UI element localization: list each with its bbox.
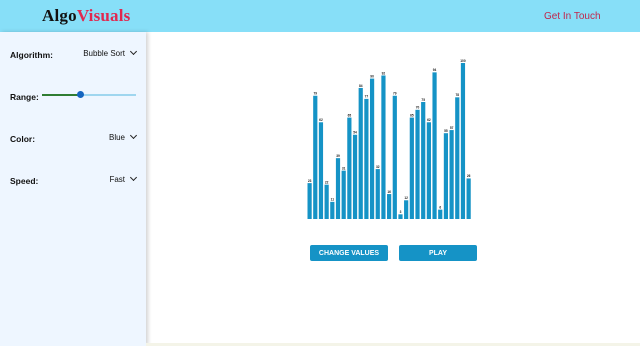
bar-value-label: 62 bbox=[427, 118, 431, 122]
play-button[interactable]: PLAY bbox=[399, 245, 477, 261]
range-slider-fill bbox=[42, 94, 81, 96]
range-slider[interactable] bbox=[42, 91, 136, 98]
bar bbox=[426, 122, 431, 219]
get-in-touch-link[interactable]: Get In Touch bbox=[544, 11, 601, 22]
bar bbox=[466, 178, 471, 219]
chevron-down-icon bbox=[129, 131, 138, 140]
bar bbox=[421, 102, 426, 219]
bar bbox=[398, 214, 403, 219]
bar-value-label: 62 bbox=[319, 118, 323, 122]
bar-value-label: 55 bbox=[444, 129, 448, 133]
bar-value-label: 70 bbox=[416, 106, 420, 110]
chevron-down-icon bbox=[129, 173, 138, 182]
bar-value-label: 100 bbox=[460, 59, 466, 63]
speed-label: Speed: bbox=[10, 176, 39, 186]
bar-value-label: 12 bbox=[404, 196, 408, 200]
bar-value-label: 32 bbox=[376, 165, 380, 169]
bar bbox=[352, 134, 358, 219]
color-label: Color: bbox=[10, 134, 36, 144]
bar bbox=[404, 200, 409, 219]
algorithm-label: Algorithm: bbox=[10, 50, 53, 60]
bar-value-label: 92 bbox=[382, 71, 386, 75]
bar-value-label: 39 bbox=[336, 154, 340, 158]
bar bbox=[409, 117, 414, 219]
navbar: AlgoVisuals Get In Touch bbox=[0, 0, 640, 32]
logo-part-algo: Algo bbox=[42, 6, 77, 25]
bar bbox=[347, 117, 352, 219]
logo-part-visuals: Visuals bbox=[76, 6, 131, 25]
sidebar: Algorithm: Bubble Sort Range: Color: Blu… bbox=[0, 32, 146, 346]
bar bbox=[432, 72, 437, 219]
bar-value-label: 78 bbox=[456, 93, 460, 97]
bar bbox=[387, 194, 392, 219]
color-select-value: Blue bbox=[108, 133, 125, 142]
change-values-button[interactable]: CHANGE VALUES bbox=[310, 245, 388, 261]
bar bbox=[330, 201, 335, 219]
bar-value-label: 57 bbox=[450, 126, 454, 130]
bar-value-label: 94 bbox=[433, 68, 437, 72]
bar bbox=[392, 95, 397, 219]
speed-select-value: Fast bbox=[109, 175, 125, 184]
bar-value-label: 6 bbox=[439, 205, 441, 209]
bar bbox=[449, 130, 454, 219]
algorithm-select-value: Bubble Sort bbox=[83, 49, 125, 58]
bar bbox=[375, 169, 380, 219]
bar bbox=[335, 158, 341, 219]
bar-value-label: 31 bbox=[342, 166, 346, 170]
bar-value-label: 22 bbox=[325, 180, 329, 184]
bar bbox=[460, 63, 466, 219]
bar-value-label: 3 bbox=[400, 210, 402, 214]
bar-value-label: 26 bbox=[467, 174, 471, 178]
bar bbox=[364, 98, 369, 219]
bar-value-label: 75 bbox=[421, 98, 425, 102]
speed-select[interactable]: Fast bbox=[109, 173, 138, 184]
bar-value-label: 16 bbox=[387, 190, 391, 194]
bar bbox=[307, 183, 312, 219]
chevron-down-icon bbox=[129, 47, 138, 56]
bar bbox=[358, 87, 363, 220]
bar bbox=[443, 133, 449, 219]
bar bbox=[455, 97, 460, 219]
bar-value-label: 65 bbox=[410, 113, 414, 117]
bar bbox=[324, 184, 329, 219]
bar-value-label: 54 bbox=[353, 131, 357, 135]
bar bbox=[381, 75, 386, 219]
bar-value-label: 79 bbox=[393, 92, 397, 96]
bar-value-label: 23 bbox=[308, 179, 312, 183]
range-row: Range: bbox=[10, 89, 138, 105]
bar-value-label: 77 bbox=[365, 95, 369, 99]
bar-value-label: 11 bbox=[331, 198, 335, 202]
bar-value-label: 79 bbox=[314, 92, 318, 96]
algorithm-select[interactable]: Bubble Sort bbox=[83, 47, 138, 58]
bar-value-label: 84 bbox=[359, 84, 363, 88]
algorithm-row: Algorithm: Bubble Sort bbox=[10, 47, 138, 63]
bar-value-label: 65 bbox=[348, 113, 352, 117]
speed-row: Speed: Fast bbox=[10, 173, 138, 189]
bar bbox=[369, 78, 375, 219]
bar-chart: 2379622211393165548477903292167931265707… bbox=[307, 59, 471, 220]
bar bbox=[318, 122, 324, 219]
app-logo[interactable]: AlgoVisuals bbox=[42, 6, 131, 26]
range-slider-thumb[interactable] bbox=[77, 91, 84, 98]
bar-value-label: 90 bbox=[370, 74, 374, 78]
bar bbox=[313, 95, 318, 219]
color-select[interactable]: Blue bbox=[108, 131, 138, 142]
range-label: Range: bbox=[10, 92, 39, 102]
bar bbox=[415, 109, 420, 219]
bar bbox=[341, 170, 346, 219]
bar bbox=[438, 209, 443, 219]
color-row: Color: Blue bbox=[10, 131, 138, 147]
